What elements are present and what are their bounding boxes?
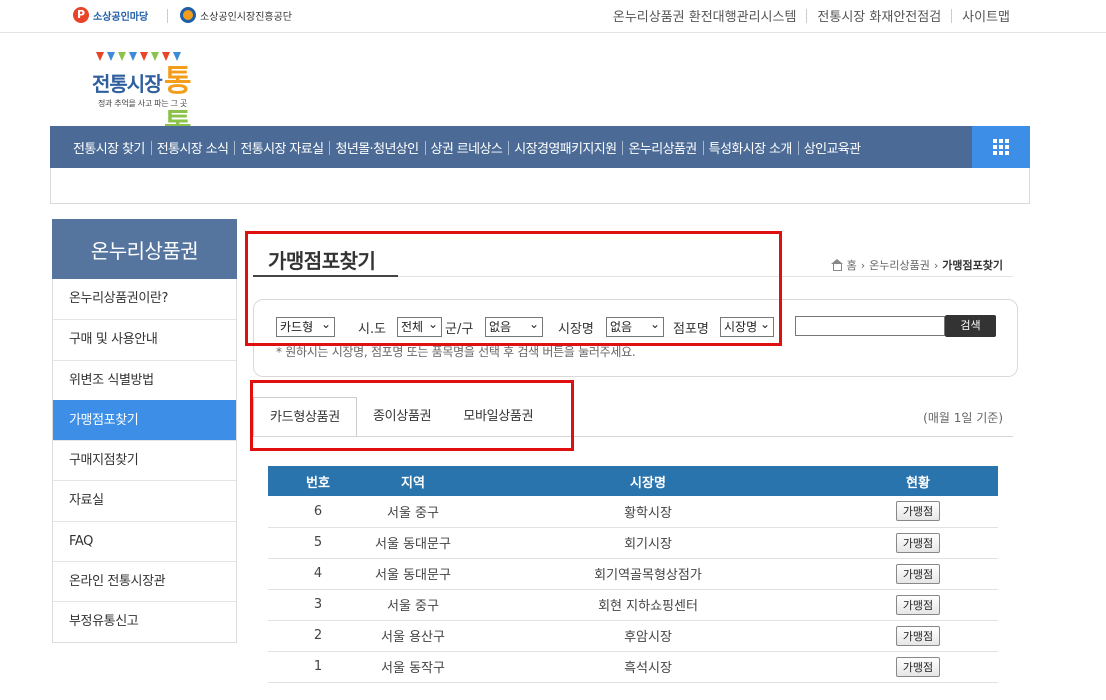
side-item-branch-search[interactable]: 구매지점찾기 [53, 440, 236, 480]
nav-item-package-support[interactable]: 시장경영패키지지원 [508, 138, 622, 157]
top-link-sitemap[interactable]: 사이트맵 [952, 6, 1020, 25]
nav-item-education[interactable]: 상인교육관 [797, 138, 867, 157]
cell-region: 서울 중구 [368, 589, 458, 621]
cell-status: 가맹점 [838, 558, 998, 590]
cell-market: 회현 지하쇼핑센터 [458, 589, 838, 621]
side-nav: 온누리상품권 온누리상품권이란? 구매 및 사용안내 위변조 식별방법 가맹점포… [52, 219, 237, 643]
divider [167, 9, 168, 23]
side-nav-title: 온누리상품권 [52, 219, 237, 279]
table-row: 1 서울 동작구 흑석시장 가맹점 [268, 651, 998, 683]
col-header-market: 시장명 [458, 466, 838, 496]
cell-region: 서울 중구 [368, 496, 458, 528]
nav-item-renaissance[interactable]: 상권 르네상스 [424, 138, 509, 157]
breadcrumb-home[interactable]: 홈 [847, 257, 857, 273]
nav-item-youth-mall[interactable]: 청년몰·청년상인 [329, 138, 424, 157]
search-button[interactable]: 검색 [945, 315, 996, 337]
cell-market: 후암시장 [458, 620, 838, 652]
sbiz-logo-text: 소상공인마당 [93, 11, 149, 23]
site-logo[interactable]: 전통시장 통통 정과 추억을 사고 파는 그 곳 [90, 52, 215, 143]
side-item-online-market[interactable]: 온라인 전통시장관 [53, 561, 236, 601]
side-item-archive[interactable]: 자료실 [53, 480, 236, 520]
side-item-store-search[interactable]: 가맹점포찾기 [53, 399, 236, 441]
semas-mark-icon [180, 7, 196, 23]
side-item-about[interactable]: 온누리상품권이란? [53, 279, 236, 319]
all-menu-button[interactable] [972, 126, 1030, 168]
breadcrumb-current: 가맹점포찾기 [942, 259, 1003, 272]
cell-market: 흑석시장 [458, 651, 838, 683]
table-row: 6 서울 중구 황학시장 가맹점 [268, 496, 998, 528]
nav-item-market-archive[interactable]: 전통시장 자료실 [234, 138, 329, 157]
nav-item-onnuri[interactable]: 온누리상품권 [622, 138, 702, 157]
top-link-fire-safety[interactable]: 전통시장 화재안전점검 [807, 6, 951, 25]
keyword-input[interactable] [795, 316, 945, 336]
cell-region: 서울 동대문구 [368, 558, 458, 590]
store-list-button[interactable]: 가맹점 [895, 656, 941, 677]
cell-no: 2 [268, 620, 368, 652]
cell-status: 가맹점 [838, 620, 998, 652]
side-item-counterfeit[interactable]: 위변조 식별방법 [53, 359, 236, 400]
cell-region: 서울 용산구 [368, 620, 458, 652]
breadcrumb: 홈 › 온누리상품권 › 가맹점포찾기 [830, 257, 1003, 273]
sub-nav-bar [50, 168, 1030, 204]
table-row: 4 서울 동대문구 회기역골목형상점가 가맹점 [268, 558, 998, 590]
nav-item-market-news[interactable]: 전통시장 소식 [150, 138, 235, 157]
home-icon[interactable] [830, 259, 843, 271]
top-link-exchange-system[interactable]: 온누리상품권 환전대행관리시스템 [603, 6, 807, 25]
table-row: 5 서울 동대문구 회기시장 가맹점 [268, 527, 998, 559]
cell-status: 가맹점 [838, 589, 998, 621]
site-logo-name: 전통시장 [92, 72, 163, 96]
col-header-no: 번호 [268, 466, 368, 496]
cell-no: 5 [268, 527, 368, 559]
col-header-status: 현황 [838, 466, 998, 496]
basis-note: (매월 1일 기준) [923, 411, 1003, 425]
cell-no: 4 [268, 558, 368, 590]
table-row: 3 서울 중구 회현 지하쇼핑센터 가맹점 [268, 589, 998, 621]
top-bar: P 소상공인마당 소상공인시장진흥공단 온누리상품권 환전대행관리시스템 전통시… [0, 0, 1106, 33]
semas-logo[interactable]: 소상공인시장진흥공단 [180, 7, 292, 23]
cell-status: 가맹점 [838, 527, 998, 559]
store-list-button[interactable]: 가맹점 [895, 594, 941, 615]
side-item-faq[interactable]: FAQ [53, 520, 236, 561]
semas-logo-text: 소상공인시장진흥공단 [200, 11, 292, 23]
store-list-button[interactable]: 가맹점 [895, 501, 941, 522]
site-logo-tagline: 정과 추억을 사고 파는 그 곳 [98, 99, 187, 108]
sbiz-logo[interactable]: P 소상공인마당 [73, 7, 148, 23]
cell-no: 3 [268, 589, 368, 621]
cell-market: 황학시장 [458, 496, 838, 528]
cell-region: 서울 동대문구 [368, 527, 458, 559]
annotation-box-tabs [250, 380, 574, 451]
store-list-button[interactable]: 가맹점 [895, 532, 941, 553]
table-row: 2 서울 용산구 후암시장 가맹점 [268, 620, 998, 652]
grid-menu-icon [993, 139, 1009, 155]
nav-item-special-market[interactable]: 특성화시장 소개 [702, 138, 798, 157]
top-links: 온누리상품권 환전대행관리시스템 전통시장 화재안전점검 사이트맵 [603, 6, 1020, 25]
results-table: 번호 지역 시장명 현황 6 서울 중구 황학시장 가맹점 5 서울 동대문구 … [268, 466, 998, 683]
main-nav: 전통시장 찾기 전통시장 소식 전통시장 자료실 청년몰·청년상인 상권 르네상… [50, 126, 1030, 168]
annotation-box-search [245, 231, 782, 346]
cell-market: 회기역골목형상점가 [458, 558, 838, 590]
chevron-right-icon: › [933, 258, 939, 272]
cell-status: 가맹점 [838, 496, 998, 528]
breadcrumb-parent[interactable]: 온누리상품권 [869, 257, 930, 273]
p-logo-icon: P [73, 7, 89, 23]
store-list-button[interactable]: 가맹점 [895, 563, 941, 584]
table-header-row: 번호 지역 시장명 현황 [268, 466, 998, 496]
chevron-right-icon: › [860, 258, 866, 272]
cell-region: 서울 동작구 [368, 651, 458, 683]
col-header-region: 지역 [368, 466, 458, 496]
side-item-purchase-guide[interactable]: 구매 및 사용안내 [53, 319, 236, 359]
cell-no: 1 [268, 651, 368, 683]
nav-item-market-search[interactable]: 전통시장 찾기 [67, 138, 151, 157]
cell-status: 가맹점 [838, 651, 998, 683]
side-item-report[interactable]: 부정유통신고 [53, 601, 236, 641]
cell-market: 회기시장 [458, 527, 838, 559]
cell-no: 6 [268, 496, 368, 528]
store-list-button[interactable]: 가맹점 [895, 625, 941, 646]
